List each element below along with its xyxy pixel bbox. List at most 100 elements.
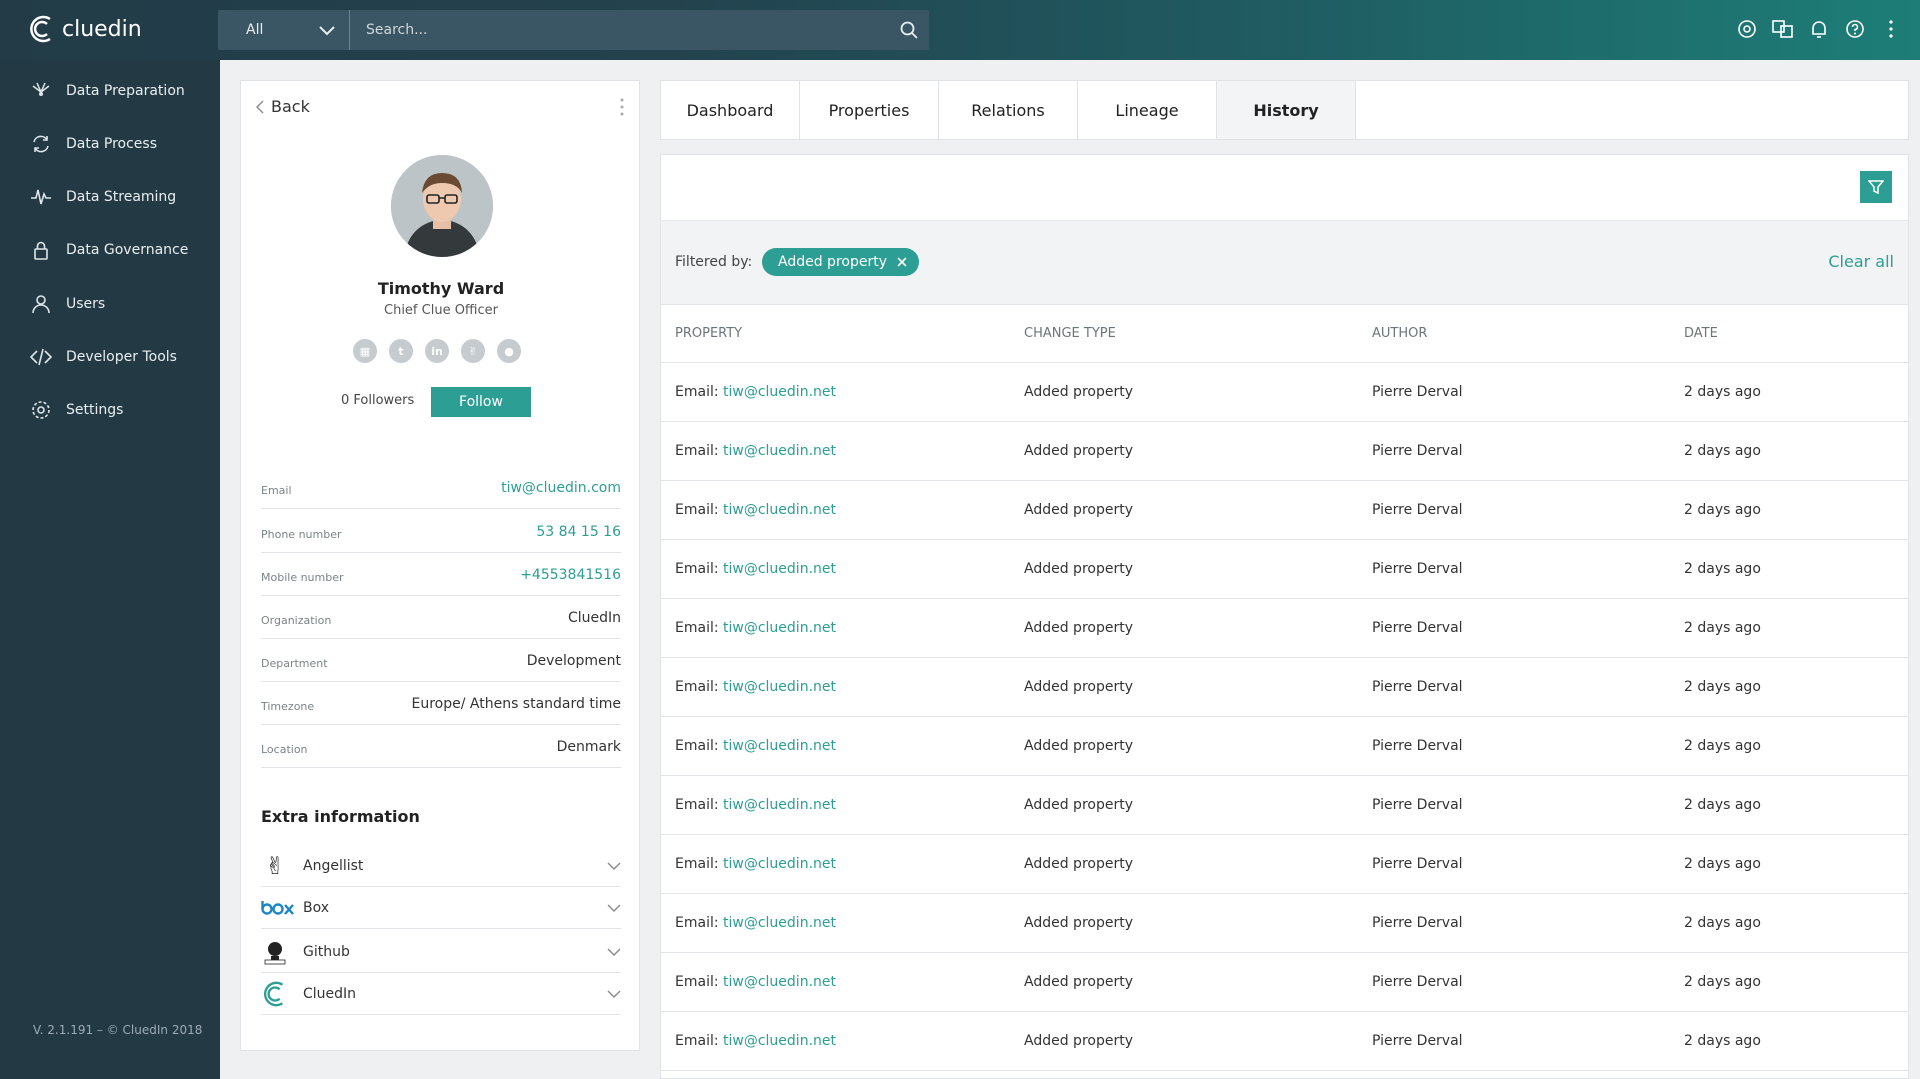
- clear-all-link[interactable]: Clear all: [1828, 252, 1894, 271]
- linkedin-icon[interactable]: in: [425, 339, 449, 363]
- cell-change-type: Added property: [1024, 679, 1133, 695]
- tab-lineage[interactable]: Lineage: [1078, 81, 1217, 139]
- angellist-icon[interactable]: ✌: [461, 339, 485, 363]
- table-row[interactable]: Email: tiw@cluedin.net Added property Pier…: [661, 658, 1908, 717]
- gear-icon: [32, 401, 50, 419]
- sidebar-item-data-streaming[interactable]: Data Streaming: [0, 177, 220, 217]
- sidebar: Data Preparation Data Process Data Strea…: [0, 60, 220, 1079]
- column-header-date[interactable]: Date: [1684, 326, 1908, 341]
- property-value-link[interactable]: tiw@cluedin.net: [723, 974, 836, 990]
- table-row[interactable]: Email: tiw@cluedin.net Added property Pier…: [661, 953, 1908, 1012]
- sidebar-item-data-governance[interactable]: Data Governance: [0, 230, 220, 270]
- cell-author: Pierre Derval: [1372, 856, 1463, 872]
- search-scope-select[interactable]: All: [218, 10, 350, 50]
- chevron-down-icon: [607, 948, 621, 956]
- cell-change-type: Added property: [1024, 384, 1133, 400]
- tab-history[interactable]: History: [1217, 81, 1356, 139]
- column-header-author[interactable]: Author: [1372, 326, 1684, 341]
- cell-property: Email: tiw@cluedin.net: [661, 561, 1024, 577]
- table-row[interactable]: Email: tiw@cluedin.net Added property Pier…: [661, 422, 1908, 481]
- table-row[interactable]: Email: tiw@cluedin.net Added property Pier…: [661, 835, 1908, 894]
- property-prefix: Email:: [675, 856, 724, 872]
- search-button[interactable]: [889, 10, 929, 50]
- table-row[interactable]: Email: tiw@cluedin.net Added property Pier…: [661, 540, 1908, 599]
- property-value-link[interactable]: tiw@cluedin.net: [723, 443, 836, 459]
- avatar: [391, 155, 493, 257]
- sidebar-item-data-process[interactable]: Data Process: [0, 124, 220, 164]
- cell-change-type: Added property: [1024, 561, 1133, 577]
- table-row[interactable]: Email: tiw@cluedin.net Added property Pier…: [661, 363, 1908, 422]
- table-row[interactable]: Email: tiw@cluedin.net Added property Pier…: [661, 599, 1908, 658]
- sidebar-item-developer-tools[interactable]: Developer Tools: [0, 337, 220, 377]
- extra-item-angellist[interactable]: ✌ Angellist: [261, 845, 621, 887]
- cell-change-type: Added property: [1024, 738, 1133, 754]
- filtered-by-label: Filtered by:: [675, 254, 753, 270]
- column-header-property[interactable]: Property: [661, 326, 1024, 341]
- email-link[interactable]: tiw@cluedin.com: [501, 480, 621, 496]
- brand-name: cluedin: [62, 16, 142, 42]
- extra-information-title: Extra information: [261, 807, 420, 826]
- property-prefix: Email:: [675, 797, 724, 813]
- table-row[interactable]: Email: tiw@cluedin.net Added property Pier…: [661, 717, 1908, 776]
- github-icon[interactable]: ●: [497, 339, 521, 363]
- property-value-link[interactable]: tiw@cluedin.net: [723, 797, 836, 813]
- sidebar-item-label: Data Streaming: [66, 189, 177, 205]
- property-value-link[interactable]: tiw@cluedin.net: [723, 679, 836, 695]
- cell-change-type: Added property: [1024, 1033, 1133, 1049]
- table-row[interactable]: Email: tiw@cluedin.net Added property Pier…: [661, 1012, 1908, 1071]
- property-value-link[interactable]: tiw@cluedin.net: [723, 1033, 836, 1049]
- column-header-change-type[interactable]: Change type: [1024, 326, 1372, 341]
- property-value-link[interactable]: tiw@cluedin.net: [723, 620, 836, 636]
- filter-bar: Filtered by: Added property Clear all: [661, 221, 1908, 305]
- search-input[interactable]: [350, 10, 889, 50]
- cell-property: Email: tiw@cluedin.net: [661, 443, 1024, 459]
- twitter-icon[interactable]: t: [389, 339, 413, 363]
- property-value-link[interactable]: tiw@cluedin.net: [723, 738, 836, 754]
- property-prefix: Email:: [675, 915, 724, 931]
- help-icon[interactable]: [1844, 18, 1866, 40]
- property-value-link[interactable]: tiw@cluedin.net: [723, 915, 836, 931]
- phone-link[interactable]: 53 84 15 16: [536, 524, 621, 540]
- property-value-link[interactable]: tiw@cluedin.net: [723, 856, 836, 872]
- property-prefix: Email:: [675, 502, 724, 518]
- chevron-down-icon: [607, 904, 621, 912]
- history-table-body: Email: tiw@cluedin.net Added property Pier…: [661, 363, 1908, 1071]
- property-value-link[interactable]: tiw@cluedin.net: [723, 502, 836, 518]
- sidebar-item-settings[interactable]: Settings: [0, 390, 220, 430]
- tab-properties[interactable]: Properties: [800, 81, 939, 139]
- extra-item-label: Angellist: [303, 857, 364, 874]
- follow-button[interactable]: Follow: [431, 387, 531, 417]
- table-row[interactable]: Email: tiw@cluedin.net Added property Pier…: [661, 481, 1908, 540]
- table-row[interactable]: Email: tiw@cluedin.net Added property Pier…: [661, 894, 1908, 953]
- field-value: CluedIn: [567, 609, 621, 626]
- field-label: Organization: [261, 614, 332, 627]
- profile-more-icon[interactable]: [619, 97, 625, 121]
- bell-icon[interactable]: [1808, 18, 1830, 40]
- extra-item-github[interactable]: Github: [261, 931, 621, 973]
- cell-property: Email: tiw@cluedin.net: [661, 797, 1024, 813]
- sidebar-item-data-preparation[interactable]: Data Preparation: [0, 71, 220, 111]
- extra-item-box[interactable]: Box: [261, 887, 621, 929]
- mobile-link[interactable]: +4553841516: [520, 567, 621, 583]
- close-icon[interactable]: [897, 257, 907, 267]
- property-value-link[interactable]: tiw@cluedin.net: [723, 561, 836, 577]
- website-icon[interactable]: ▦: [353, 339, 377, 363]
- translate-icon[interactable]: [1772, 18, 1794, 40]
- filter-chip[interactable]: Added property: [762, 248, 919, 276]
- brand-logo[interactable]: cluedin: [28, 14, 142, 44]
- chevron-left-icon: [256, 100, 264, 113]
- back-button[interactable]: Back: [255, 97, 310, 116]
- field-value: Europe/ Athens standard time: [411, 695, 621, 712]
- tab-relations[interactable]: Relations: [939, 81, 1078, 139]
- tab-dashboard[interactable]: Dashboard: [661, 81, 800, 139]
- cell-date: 2 days ago: [1684, 738, 1761, 754]
- filter-button[interactable]: [1860, 171, 1892, 203]
- property-prefix: Email:: [675, 974, 724, 990]
- more-vertical-icon[interactable]: [1880, 18, 1902, 40]
- table-row[interactable]: Email: tiw@cluedin.net Added property Pier…: [661, 776, 1908, 835]
- sidebar-item-users[interactable]: Users: [0, 284, 220, 324]
- eye-icon[interactable]: [1736, 18, 1758, 40]
- extra-item-cluedin[interactable]: CluedIn: [261, 973, 621, 1015]
- property-value-link[interactable]: tiw@cluedin.net: [723, 384, 836, 400]
- cell-author: Pierre Derval: [1372, 384, 1463, 400]
